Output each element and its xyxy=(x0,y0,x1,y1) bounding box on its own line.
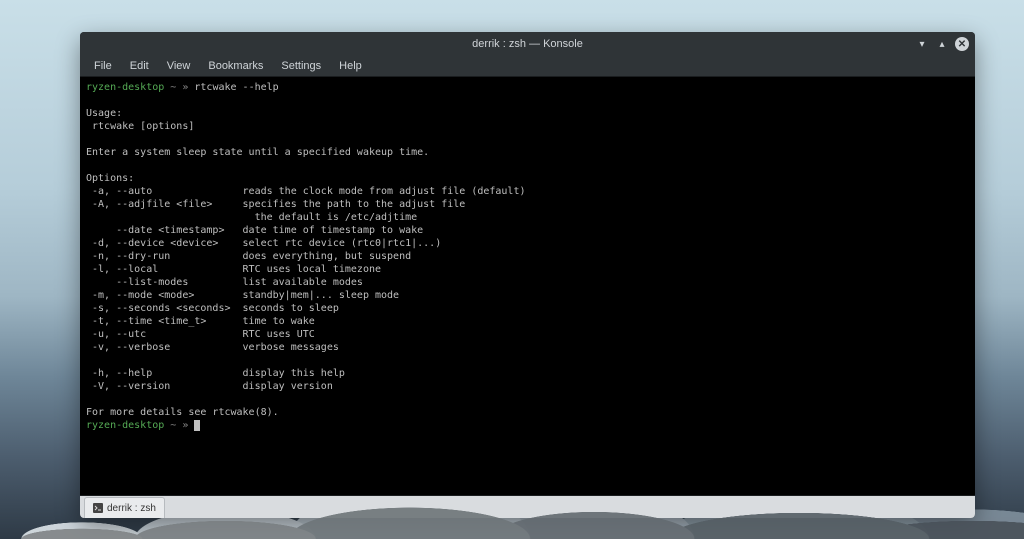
window-controls: ▾ ▴ ✕ xyxy=(915,32,969,56)
output-line: --list-modes list available modes xyxy=(86,277,363,288)
window-titlebar[interactable]: derrik : zsh — Konsole ▾ ▴ ✕ xyxy=(80,32,975,56)
close-button[interactable]: ✕ xyxy=(955,37,969,51)
output-line: -u, --utc RTC uses UTC xyxy=(86,329,315,340)
output-line: rtcwake [options] xyxy=(86,121,194,132)
prompt-sep: ~ » xyxy=(164,82,194,93)
menu-bookmarks[interactable]: Bookmarks xyxy=(200,58,271,74)
tab-label: derrik : zsh xyxy=(107,503,156,514)
output-line: Options: xyxy=(86,173,134,184)
output-line: -h, --help display this help xyxy=(86,368,345,379)
output-line: -n, --dry-run does everything, but suspe… xyxy=(86,251,411,262)
output-line: -l, --local RTC uses local timezone xyxy=(86,264,381,275)
prompt-sep: ~ » xyxy=(164,420,194,431)
maximize-button[interactable]: ▴ xyxy=(935,37,949,51)
output-line: -d, --device <device> select rtc device … xyxy=(86,238,441,249)
output-line: the default is /etc/adjtime xyxy=(86,212,417,223)
output-line: -V, --version display version xyxy=(86,381,333,392)
terminal-icon xyxy=(93,503,103,513)
prompt-host: ryzen-desktop xyxy=(86,420,164,431)
output-line: -s, --seconds <seconds> seconds to sleep xyxy=(86,303,339,314)
output-line: -t, --time <time_t> time to wake xyxy=(86,316,315,327)
menu-help[interactable]: Help xyxy=(331,58,370,74)
output-line: -m, --mode <mode> standby|mem|... sleep … xyxy=(86,290,399,301)
window-title: derrik : zsh — Konsole xyxy=(472,38,583,50)
menu-view[interactable]: View xyxy=(159,58,199,74)
output-line: --date <timestamp> date time of timestam… xyxy=(86,225,423,236)
konsole-window: derrik : zsh — Konsole ▾ ▴ ✕ File Edit V… xyxy=(80,32,975,518)
menu-file[interactable]: File xyxy=(86,58,120,74)
menu-settings[interactable]: Settings xyxy=(273,58,329,74)
output-line: -v, --verbose verbose messages xyxy=(86,342,339,353)
tab-bar: derrik : zsh xyxy=(80,495,975,518)
terminal-tab[interactable]: derrik : zsh xyxy=(84,497,165,518)
terminal-cursor xyxy=(194,420,200,431)
minimize-button[interactable]: ▾ xyxy=(915,37,929,51)
output-line: -A, --adjfile <file> specifies the path … xyxy=(86,199,465,210)
output-line: For more details see rtcwake(8). xyxy=(86,407,279,418)
prompt-host: ryzen-desktop xyxy=(86,82,164,93)
menu-edit[interactable]: Edit xyxy=(122,58,157,74)
menubar: File Edit View Bookmarks Settings Help xyxy=(80,56,975,77)
output-line: Usage: xyxy=(86,108,122,119)
terminal-viewport[interactable]: ryzen-desktop ~ » rtcwake --help Usage: … xyxy=(80,77,975,495)
prompt-command: rtcwake --help xyxy=(194,82,278,93)
output-line: -a, --auto reads the clock mode from adj… xyxy=(86,186,526,197)
output-line: Enter a system sleep state until a speci… xyxy=(86,147,429,158)
desktop-background: derrik : zsh — Konsole ▾ ▴ ✕ File Edit V… xyxy=(0,0,1024,539)
